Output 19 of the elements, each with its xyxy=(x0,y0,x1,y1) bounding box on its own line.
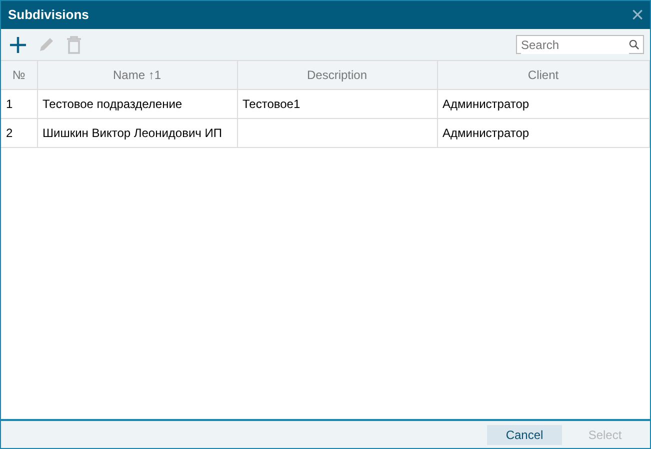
table-cell: 2 xyxy=(6,126,13,140)
column-header[interactable]: Client xyxy=(437,60,650,90)
table-cell: Администратор xyxy=(442,126,530,140)
trash-icon xyxy=(65,36,83,54)
cancel-button[interactable]: Cancel xyxy=(487,424,562,444)
table-cell: Администратор xyxy=(442,97,530,111)
close-button[interactable]: × xyxy=(631,4,644,26)
window-title: Subdivisions xyxy=(8,6,89,24)
table-cell: Тестовое1 xyxy=(242,97,300,111)
column-header[interactable]: Name ↑1 xyxy=(37,60,237,90)
table-cell: 1 xyxy=(6,97,13,111)
plus-icon xyxy=(9,36,27,54)
search-icon xyxy=(628,39,639,50)
pencil-icon xyxy=(37,36,55,54)
table-cell: Тестовое подразделение xyxy=(42,97,182,111)
column-header[interactable]: Description xyxy=(237,60,437,90)
table-cell: Шишкин Виктор Леонидович ИП xyxy=(42,126,222,140)
column-header[interactable]: № xyxy=(1,60,37,90)
search-field[interactable]: Search xyxy=(516,35,644,54)
